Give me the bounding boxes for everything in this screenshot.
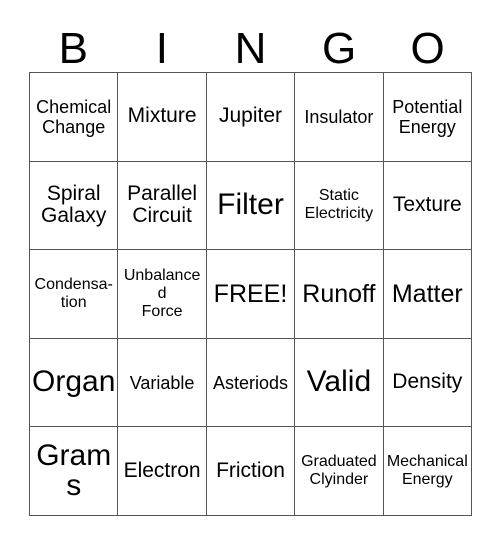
bingo-cell[interactable]: Condensa-tion [30,250,119,339]
bingo-cell-label: Density [392,370,463,394]
bingo-cell[interactable]: Mixture [118,73,207,162]
bingo-cell[interactable]: Runoff [295,250,384,339]
bingo-cell-label: Potential Energy [392,96,463,137]
bingo-header-letter-g: G [321,24,357,73]
bingo-header-letter-o: O [410,24,445,73]
bingo-card: B I N G O Chemical Change Mixture Jupiter In… [0,0,500,544]
bingo-cell-label: Filter [217,188,284,222]
bingo-cell-label: Electron [123,458,201,482]
bingo-cell[interactable]: Variable [118,338,207,428]
bingo-cell-label: FREE! [213,279,288,308]
bingo-header-letter-n: N [234,24,267,73]
bingo-cell-label: Runoff [302,279,376,308]
bingo-cell[interactable]: Static Electricity [295,161,384,251]
bingo-cell-label: Organ [32,365,116,399]
bingo-cell[interactable]: Texture [383,161,472,251]
bingo-cell-label: Friction [216,458,285,482]
bingo-cell-label: Texture [392,193,462,217]
bingo-cell[interactable]: Electron [118,427,207,516]
bingo-cell[interactable]: Insulator [295,73,384,162]
bingo-cell-label: Static Electricity [304,187,374,223]
bingo-cell[interactable]: Jupiter [206,73,296,162]
bingo-cell-label: Mechanical Energy [386,452,468,489]
bingo-cell[interactable]: Chemical Change [30,73,119,162]
bingo-cell[interactable]: Grams [30,427,119,516]
bingo-cell[interactable]: Asteriods [206,338,296,428]
bingo-cell[interactable]: Matter [383,250,472,339]
bingo-cell[interactable]: Friction [206,427,296,516]
bingo-cell-label: Grams [36,438,112,503]
bingo-cell[interactable]: Mechanical Energy [383,427,472,516]
bingo-header-letter-i: I [155,24,168,73]
bingo-cell[interactable]: Filter [206,161,296,251]
bingo-cell[interactable]: Valid [295,338,384,428]
bingo-cell-label: Parallel Circuit [127,181,198,228]
bingo-cell[interactable]: Graduated Clyinder [295,427,384,516]
bingo-cell[interactable]: Organ [30,338,119,428]
bingo-cell-label: Spiral Galaxy [41,181,107,228]
bingo-cell-label: Mixture [127,104,197,128]
bingo-cell-label: Variable [129,372,195,393]
bingo-cell[interactable]: Parallel Circuit [118,161,207,251]
bingo-header-letter-b: B [58,24,88,73]
bingo-cell-label: Graduated Clyinder [301,452,377,489]
bingo-cell-label: Jupiter [218,104,282,128]
bingo-cell[interactable]: Unbalanced Force [118,250,207,339]
bingo-cell[interactable]: Density [383,338,472,428]
bingo-cell[interactable]: Potential Energy [383,73,472,162]
bingo-cell-label: Valid [306,365,372,399]
bingo-cell-label: Unbalanced Force [123,266,201,321]
bingo-grid: Chemical Change Mixture Jupiter Insulator Pot… [29,72,472,516]
bingo-cell-label: Condensa-tion [34,275,113,311]
bingo-cell-label: Matter [391,279,463,308]
bingo-cell[interactable]: Spiral Galaxy [30,161,119,251]
bingo-free-space-cell[interactable]: FREE! [206,250,296,339]
bingo-cell-label: Insulator [304,106,374,127]
bingo-cell-label: Chemical Change [36,96,112,137]
bingo-header-row: B I N G O [29,14,472,72]
bingo-cell-label: Asteriods [212,372,289,393]
